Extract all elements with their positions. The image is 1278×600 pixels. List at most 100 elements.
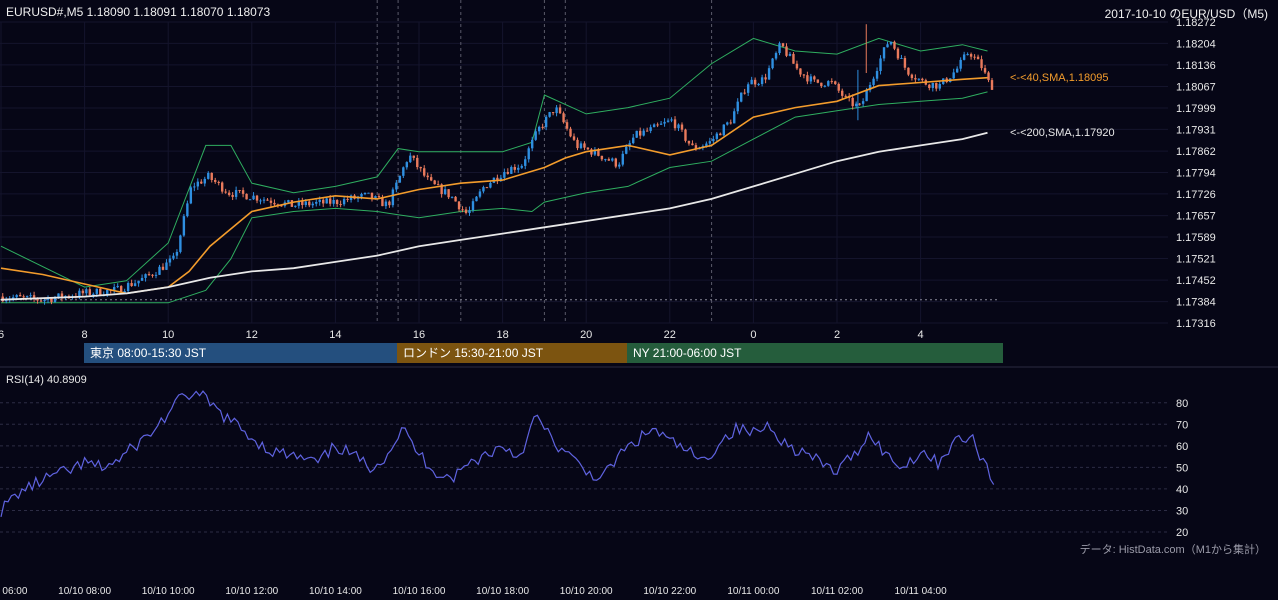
candle-bear (980, 59, 983, 69)
candle-bear (572, 136, 576, 140)
candle-bear (987, 72, 990, 81)
candle-bull (252, 195, 255, 200)
candle-bull (872, 78, 875, 85)
candle-bear (753, 79, 757, 85)
candle-bear (423, 168, 426, 176)
price-tick-label: 1.17726 (1176, 189, 1216, 201)
hour-tick-label: 10 (162, 329, 174, 341)
candle-bull (774, 53, 778, 59)
candle-bear (680, 124, 684, 130)
candlesticks (1, 24, 994, 305)
bollinger-bands (0, 37, 988, 304)
candle-bull (482, 187, 485, 192)
datetime-tick-label: 10/10 06:00 (0, 586, 28, 597)
candle-bear (227, 192, 231, 195)
candle-bull (318, 199, 321, 202)
candle-bull (861, 101, 865, 104)
rsi-tick-label: 70 (1176, 419, 1188, 431)
candle-bear (607, 159, 611, 161)
datetime-tick-label: 10/11 00:00 (727, 586, 780, 597)
candle-bear (806, 75, 809, 82)
candle-bull (767, 68, 771, 80)
candle-bull (468, 210, 471, 214)
price-tick-label: 1.17316 (1176, 318, 1216, 330)
candle-bear (433, 180, 436, 185)
candle-bear (419, 167, 422, 169)
candle-bull (203, 178, 206, 184)
candle-bull (398, 175, 402, 183)
rsi-tick-label: 80 (1176, 398, 1188, 410)
candle-bull (234, 190, 238, 197)
candle-bear (656, 124, 659, 126)
price-tick-label: 1.18136 (1176, 60, 1216, 72)
candle-bull (165, 262, 168, 270)
price-axis: 1.182721.182041.181361.180671.179991.179… (1176, 17, 1216, 330)
candle-bull (140, 277, 144, 281)
price-tick-label: 1.17589 (1176, 232, 1216, 244)
candle-bull (579, 143, 583, 149)
candle-bull (360, 194, 363, 197)
rsi-line (0, 390, 995, 518)
candle-bear (830, 81, 833, 83)
candle-bull (520, 165, 523, 168)
hour-tick-label: 14 (329, 329, 341, 341)
rsi-tick-label: 20 (1176, 527, 1188, 539)
sma200-annotation: <-<200,SMA,1.17920 (1010, 127, 1115, 139)
sma40-annotation: <-<40,SMA,1.18095 (1010, 72, 1109, 84)
candle-bull (771, 58, 774, 69)
candle-bull (92, 293, 95, 295)
candle-bull (29, 295, 32, 297)
candle-bull (503, 171, 506, 178)
candle-bull (443, 189, 447, 195)
candle-bull (618, 164, 621, 167)
candle-bear (200, 181, 203, 184)
candle-bear (238, 190, 241, 192)
price-tick-label: 1.17657 (1176, 211, 1216, 223)
candle-bull (663, 121, 666, 124)
candle-bear (583, 143, 586, 148)
candle-bull (391, 189, 395, 206)
candle-bull (555, 107, 558, 114)
candle-bear (614, 158, 618, 167)
candle-bull (325, 198, 328, 204)
moving-averages (0, 76, 988, 301)
candle-bull (175, 251, 179, 256)
candle-bull (604, 159, 607, 161)
candle-bull (652, 124, 656, 128)
candle-bull (85, 289, 88, 294)
candle-bear (412, 155, 415, 158)
candle-bull (708, 141, 712, 144)
price-tick-label: 1.17384 (1176, 297, 1216, 309)
candle-bull (248, 199, 252, 201)
candle-bear (844, 95, 847, 97)
candle-bear (255, 195, 259, 201)
candle-bull (625, 146, 628, 154)
rsi-series-line (0, 390, 995, 518)
candle-bull (740, 92, 743, 102)
chart-title: 2017-10-10 のEUR/USD（M5) (1104, 7, 1268, 21)
candle-bull (182, 216, 186, 236)
candle-bull (889, 41, 893, 45)
candle-bull (621, 153, 624, 165)
candle-bull (788, 53, 792, 56)
candle-bull (116, 286, 119, 288)
candle-bull (489, 182, 492, 188)
datetime-tick-label: 10/10 18:00 (476, 586, 529, 597)
candle-bear (792, 53, 795, 64)
candle-bull (294, 205, 297, 207)
candle-bull (95, 288, 98, 294)
candle-bear (151, 274, 154, 276)
candle-bear (914, 78, 917, 80)
rsi-grid (0, 402, 1168, 533)
candle-bull (158, 266, 161, 275)
candle-bull (955, 68, 959, 73)
datetime-tick-label: 10/11 04:00 (895, 586, 948, 597)
candle-bull (524, 159, 527, 166)
candle-bear (269, 200, 273, 203)
candle-bull (304, 201, 307, 206)
candle-bear (328, 198, 332, 204)
candle-bull (207, 172, 210, 179)
datetime-tick-label: 10/11 02:00 (811, 586, 864, 597)
candle-bull (450, 196, 454, 198)
candle-bull (900, 58, 903, 60)
